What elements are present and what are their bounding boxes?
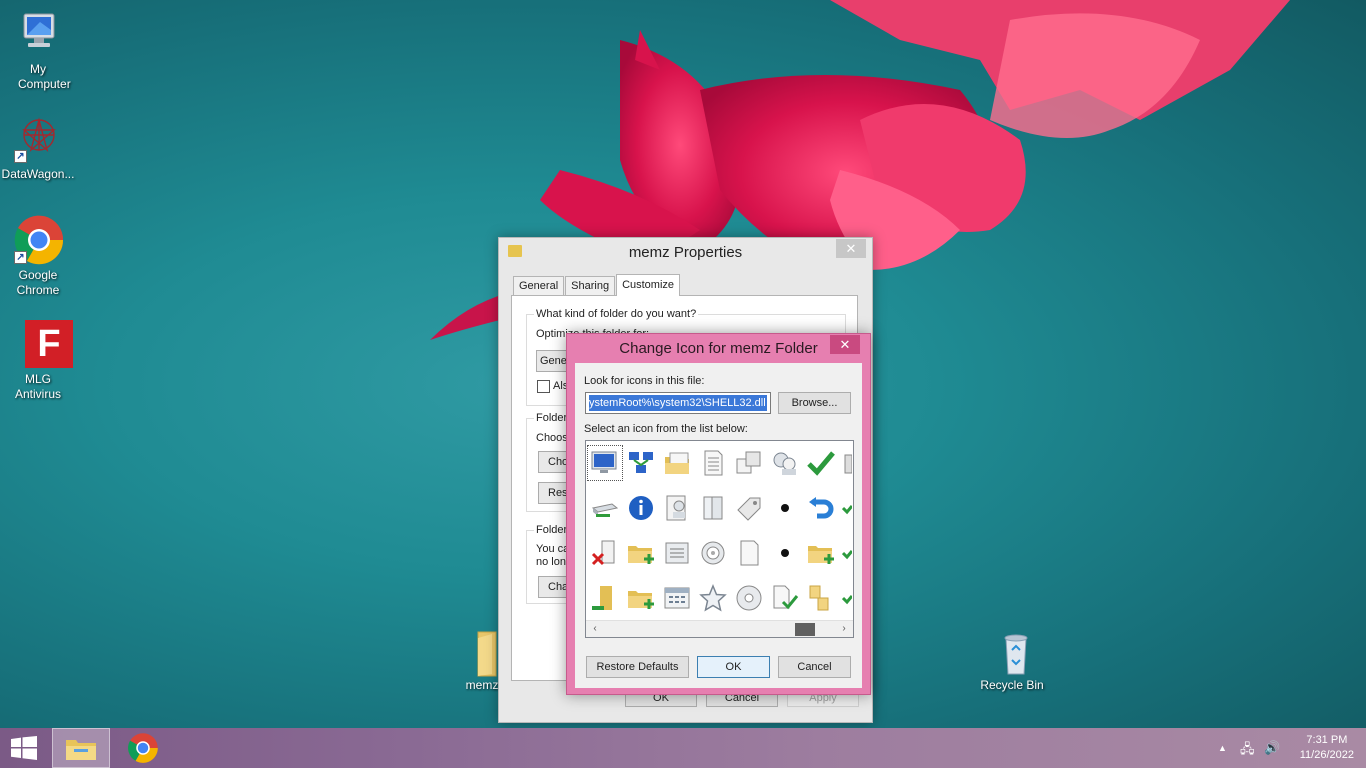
folder-add-icon[interactable] (804, 536, 838, 570)
tab-sharing[interactable]: Sharing (565, 276, 616, 296)
clock[interactable]: 7:31 PM 11/26/2022 (1300, 733, 1354, 763)
folder-stack-icon[interactable] (660, 446, 694, 480)
taskbar-chrome[interactable] (114, 728, 172, 768)
clock-time: 7:31 PM (1306, 734, 1348, 746)
chrome-icon (128, 733, 158, 763)
change-icon-dialog: Change Icon for memz Folder ✕ Look for i… (566, 333, 871, 695)
star-icon[interactable] (696, 581, 730, 615)
look-for-icons-label: Look for icons in this file: (584, 375, 705, 387)
desktop-icon-my-computer[interactable]: My Computer (0, 8, 76, 92)
select-icon-label: Select an icon from the list below: (584, 423, 748, 435)
folder-icons-heading: Folder (534, 524, 570, 536)
show-hidden-icons-icon[interactable]: ▲ (1218, 743, 1227, 753)
computer-icon (23, 13, 55, 47)
document-icon[interactable] (696, 446, 730, 480)
desktop-icon-datawagon[interactable]: ↗ DataWagon... (0, 113, 76, 182)
apply-subfolders-checkbox[interactable] (537, 380, 550, 393)
check-partial-icon[interactable] (840, 581, 853, 615)
tab-general[interactable]: General (513, 276, 565, 296)
change-icon-title: Change Icon for memz Folder (619, 340, 818, 357)
calendar-icon[interactable] (660, 581, 694, 615)
desktop-icon-label: Google Chrome (16, 268, 60, 297)
properties-close-button[interactable]: ✕ (836, 239, 866, 258)
scroll-left-arrow[interactable]: ‹ (588, 622, 602, 636)
computer-icon[interactable] (587, 445, 623, 481)
folder-icons-text-1: You ca (536, 543, 570, 555)
page-check-icon[interactable] (768, 581, 802, 615)
start-button[interactable] (0, 728, 48, 768)
folder-pictures-heading: Folder (534, 412, 570, 424)
clock-date: 11/26/2022 (1299, 749, 1354, 761)
cd-icon[interactable] (732, 581, 766, 615)
icon-file-path-value: ystemRoot%\system32\SHELL32.dll (589, 395, 767, 411)
users-icon[interactable] (768, 446, 802, 480)
folders-icon[interactable] (804, 581, 838, 615)
taskbar-file-explorer[interactable] (52, 728, 110, 768)
choose-file-button[interactable]: Cho (538, 451, 568, 473)
desktop-icon-label: My Computer (18, 62, 71, 91)
desktop-icon-recycle-bin[interactable]: Recycle Bin (974, 630, 1050, 693)
user-icon[interactable] (660, 491, 694, 525)
change-icon-close-button[interactable]: ✕ (830, 335, 860, 354)
change-icon-ok-button[interactable]: OK (697, 656, 770, 678)
folder-user-icon[interactable] (588, 581, 622, 615)
scroll-thumb[interactable] (795, 623, 815, 636)
undo-icon[interactable] (804, 491, 838, 525)
taskbar: ▲ 🖧 🔊 7:31 PM 11/26/2022 (0, 728, 1366, 768)
folder-icons-text-2: no lon (536, 556, 566, 568)
drive-icon[interactable] (588, 491, 622, 525)
delete-icon[interactable] (588, 536, 622, 570)
desktop-icon-mlg-antivirus[interactable]: F MLG Antivirus (0, 318, 76, 402)
dot-icon[interactable] (768, 536, 802, 570)
folder-add-icon[interactable] (624, 581, 658, 615)
icon-file-path-input[interactable]: ystemRoot%\system32\SHELL32.dll (585, 392, 771, 414)
properties-tabs: General Sharing Customize (513, 274, 681, 296)
info-icon[interactable] (624, 491, 658, 525)
properties-title: memz Properties (628, 244, 743, 261)
book-icon[interactable] (696, 491, 730, 525)
shortcut-arrow-icon: ↗ (14, 150, 27, 163)
change-icon-client: Look for icons in this file: ystemRoot%\… (575, 363, 862, 688)
change-icon-button[interactable]: Cha (538, 576, 568, 598)
icon-list[interactable]: ‹ › (585, 440, 854, 638)
volume-icon[interactable]: 🔊 (1264, 740, 1280, 756)
blank-page-icon[interactable] (732, 536, 766, 570)
windows-logo-icon (11, 736, 37, 760)
restore-defaults-button[interactable]: Restore Defaults (586, 656, 689, 678)
icon-list-scrollbar[interactable]: ‹ › (586, 620, 853, 637)
file-explorer-icon (66, 740, 96, 760)
desktop-icon-label: DataWagon... (1, 167, 75, 181)
disc-icon[interactable] (696, 536, 730, 570)
folder-type-heading: What kind of folder do you want? (534, 308, 699, 320)
folder-pictures-text: Choos (536, 432, 568, 444)
mlg-logo-icon: F (25, 320, 73, 368)
tab-customize[interactable]: Customize (616, 274, 681, 296)
dot-icon[interactable] (768, 491, 802, 525)
browse-button[interactable]: Browse... (778, 392, 851, 414)
check-partial-icon[interactable] (840, 491, 853, 525)
shortcut-arrow-icon: ↗ (14, 251, 27, 264)
desktop-icon-google-chrome[interactable]: ↗ Google Chrome (0, 214, 76, 298)
network-icon[interactable]: 🖧 (1240, 740, 1255, 762)
window-icon[interactable] (732, 446, 766, 480)
check-partial-icon[interactable] (840, 536, 853, 570)
checkmark-icon[interactable] (804, 446, 838, 480)
desktop-icon-label: MLG Antivirus (14, 372, 61, 401)
properties-titlebar[interactable]: memz Properties ✕ (499, 238, 872, 267)
list-icon[interactable] (660, 536, 694, 570)
partial-icon[interactable] (840, 446, 853, 480)
mlg-logo-letter: F (37, 323, 61, 365)
tag-icon[interactable] (732, 491, 766, 525)
recycle-bin-icon (1004, 634, 1028, 675)
change-icon-cancel-button[interactable]: Cancel (778, 656, 851, 678)
restore-default-button[interactable]: Res (538, 482, 568, 504)
desktop-icon-label: Recycle Bin (980, 678, 1044, 692)
scroll-right-arrow[interactable]: › (837, 622, 851, 636)
network-icon[interactable] (624, 446, 658, 480)
folder-add-icon[interactable] (624, 536, 658, 570)
